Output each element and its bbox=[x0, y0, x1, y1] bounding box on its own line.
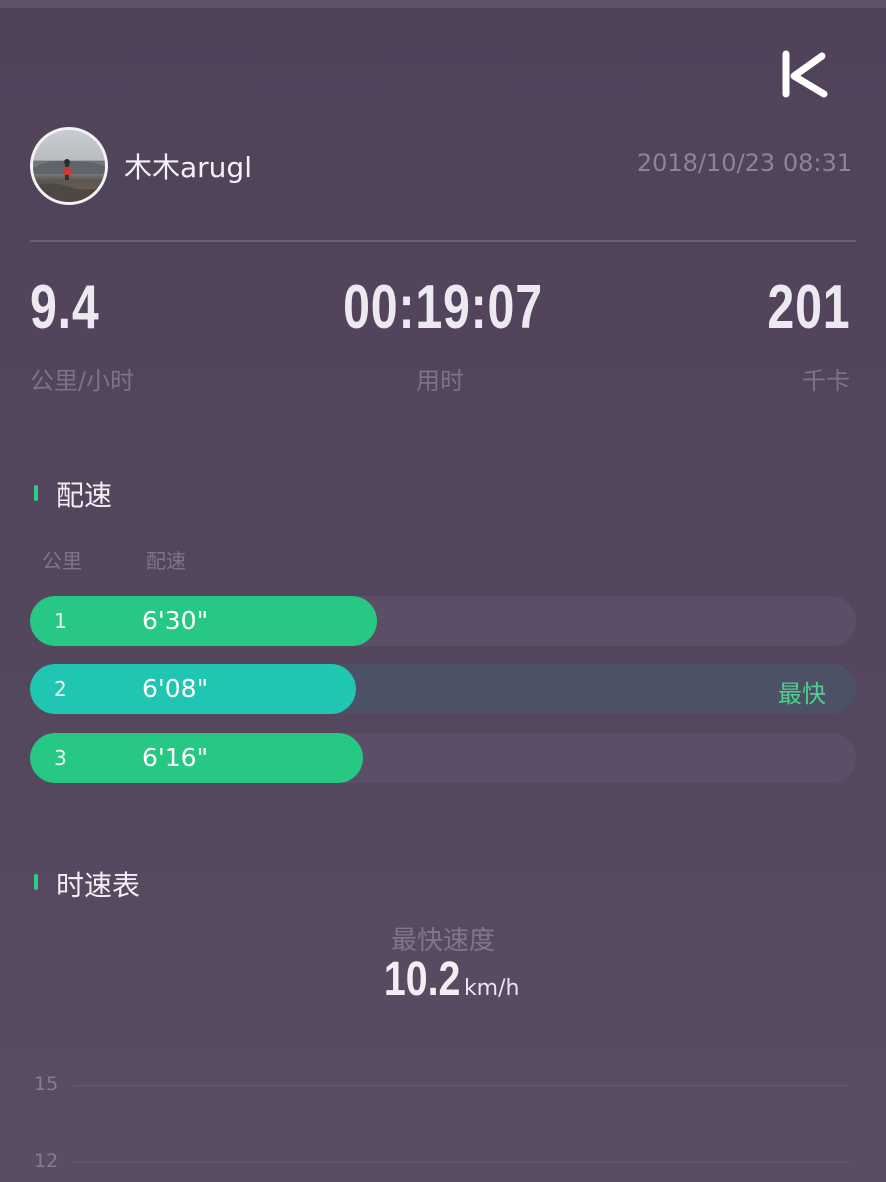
pace-section-title: 配速 bbox=[56, 479, 113, 512]
duration-label: 用时 bbox=[416, 367, 464, 395]
speed-section-marker bbox=[34, 874, 38, 890]
avg-speed-label: 公里/小时 bbox=[30, 367, 135, 395]
speed-section-title: 时速表 bbox=[56, 869, 141, 902]
fastest-speed-unit: km/h bbox=[463, 976, 520, 1001]
workout-datetime: 2018/10/23 08:31 bbox=[636, 149, 852, 177]
pace-row-value: 6'16" bbox=[142, 743, 209, 772]
pace-row-km: 3 bbox=[54, 746, 67, 770]
fastest-speed-display: 10.2 km/h bbox=[0, 952, 886, 1007]
keep-k-logo-icon[interactable] bbox=[780, 50, 830, 98]
fastest-badge: 最快 bbox=[778, 680, 826, 708]
avg-speed-value: 9.4 bbox=[30, 273, 100, 342]
calories-label: 千卡 bbox=[802, 367, 850, 395]
speed-chart-y-tick: 12 bbox=[34, 1150, 59, 1172]
pace-row-value: 6'30" bbox=[142, 606, 209, 635]
speed-chart-gridline bbox=[74, 1085, 850, 1086]
header-divider bbox=[30, 240, 856, 242]
avatar[interactable] bbox=[30, 127, 108, 205]
speed-chart-y-tick: 15 bbox=[34, 1073, 59, 1095]
pace-row: 3 6'16" bbox=[30, 733, 856, 783]
pace-col-km-header: 公里 bbox=[42, 549, 82, 573]
top-status-strip bbox=[0, 0, 886, 8]
fastest-speed-value: 10.2 bbox=[383, 953, 460, 1006]
pace-section-marker bbox=[34, 485, 38, 501]
pace-col-pace-header: 配速 bbox=[146, 549, 186, 573]
pace-row: 2 6'08" 最快 bbox=[30, 664, 856, 714]
pace-row-value: 6'08" bbox=[142, 674, 209, 703]
duration-value: 00:19:07 bbox=[343, 273, 543, 342]
calories-value: 201 bbox=[766, 273, 850, 342]
pace-row: 1 6'30" bbox=[30, 596, 856, 646]
avatar-photo-icon bbox=[33, 159, 105, 202]
speed-chart-gridline bbox=[74, 1162, 850, 1163]
pace-row-km: 1 bbox=[54, 609, 67, 633]
pace-row-km: 2 bbox=[54, 677, 67, 701]
username[interactable]: 木木arugl bbox=[124, 146, 252, 186]
